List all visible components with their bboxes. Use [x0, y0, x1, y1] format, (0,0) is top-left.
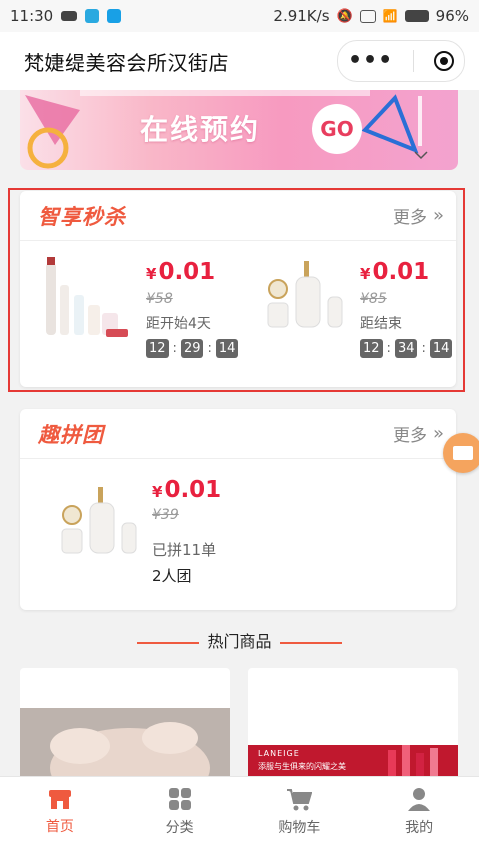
tab-profile[interactable]: 我的 [359, 777, 479, 847]
go-badge[interactable]: GO [312, 104, 362, 154]
original-price: ¥39 [152, 507, 179, 523]
more-dots-icon[interactable]: ••• [348, 50, 393, 72]
mini-program-capsule: ••• [337, 40, 465, 82]
product-image-facial-treatment [20, 708, 230, 776]
app-icon [85, 9, 100, 23]
network-speed: 2.91K/s [273, 7, 330, 25]
group-buy-header: 趣拼团 更多 » [20, 409, 456, 459]
group-buy-price: ¥0.01 [152, 477, 221, 503]
floating-contact-button[interactable] [443, 433, 479, 473]
tab-cart[interactable]: 购物车 [240, 777, 360, 847]
group-buy-item[interactable]: ¥0.01 ¥39 已拼11单 2人团 [30, 467, 440, 597]
price-value: 0.01 [164, 477, 222, 503]
status-bar: 11:30 2.91K/s 🔕 📶 96% [0, 0, 479, 32]
app-icon [107, 9, 122, 23]
mute-icon: 🔕 [336, 8, 353, 24]
bottom-tab-bar: 首页 分类 购物车 我的 [0, 776, 479, 847]
brand-slogan: 添服与生俱来的闪耀之美 [258, 762, 346, 771]
status-time: 11:30 [10, 7, 54, 25]
cart-icon [287, 789, 313, 811]
hot-products-heading: 热门商品 [0, 628, 479, 652]
currency-symbol: ¥ [152, 483, 163, 501]
double-chevron-right-icon: » [432, 423, 444, 444]
heading-line [137, 641, 200, 644]
brand-logo-text: LANEIGE [258, 749, 300, 758]
booking-banner[interactable]: 在线预约 GO [20, 90, 458, 170]
battery-level: 96% [435, 7, 469, 25]
capsule-divider [413, 50, 415, 72]
video-icon [61, 11, 78, 21]
hot-products-title: 热门商品 [207, 632, 272, 651]
tab-label: 首页 [45, 819, 74, 835]
group-buy-card: 趣拼团 更多 » ¥0.01 ¥39 已拼11单 2人团 [20, 409, 456, 610]
tab-home[interactable]: 首页 [0, 777, 120, 847]
nav-bar: 梵婕缇美容会所汉街店 ••• [0, 32, 479, 90]
heading-line [279, 641, 342, 644]
hot-product-card[interactable]: LANEIGE 添服与生俱来的闪耀之美 [248, 668, 458, 776]
page-title: 梵婕缇美容会所汉街店 [24, 50, 229, 75]
group-buy-title: 趣拼团 [38, 422, 104, 447]
product-image-cream-bottles [61, 487, 137, 554]
contact-card-icon [453, 446, 473, 460]
tab-label: 分类 [165, 820, 194, 836]
sold-count: 已拼11单 [152, 541, 217, 559]
product-image-lipsticks [388, 745, 438, 776]
person-icon [408, 788, 431, 811]
more-label: 更多 [392, 426, 427, 446]
hot-product-card[interactable] [20, 668, 230, 776]
wifi-icon: 📶 [382, 9, 398, 23]
tab-category[interactable]: 分类 [120, 777, 240, 847]
store-icon [48, 790, 71, 809]
close-target-icon[interactable] [434, 51, 455, 71]
tab-label: 我的 [405, 820, 434, 836]
battery-icon [404, 10, 429, 22]
sim-icon [359, 9, 376, 23]
tab-label: 购物车 [278, 820, 321, 836]
flash-sale-highlight-box [8, 188, 465, 392]
banner-title: 在线预约 [140, 113, 261, 146]
group-buy-more-link[interactable]: 更多 » [393, 421, 444, 446]
grid-icon [168, 788, 191, 810]
group-size: 2人团 [152, 567, 192, 585]
